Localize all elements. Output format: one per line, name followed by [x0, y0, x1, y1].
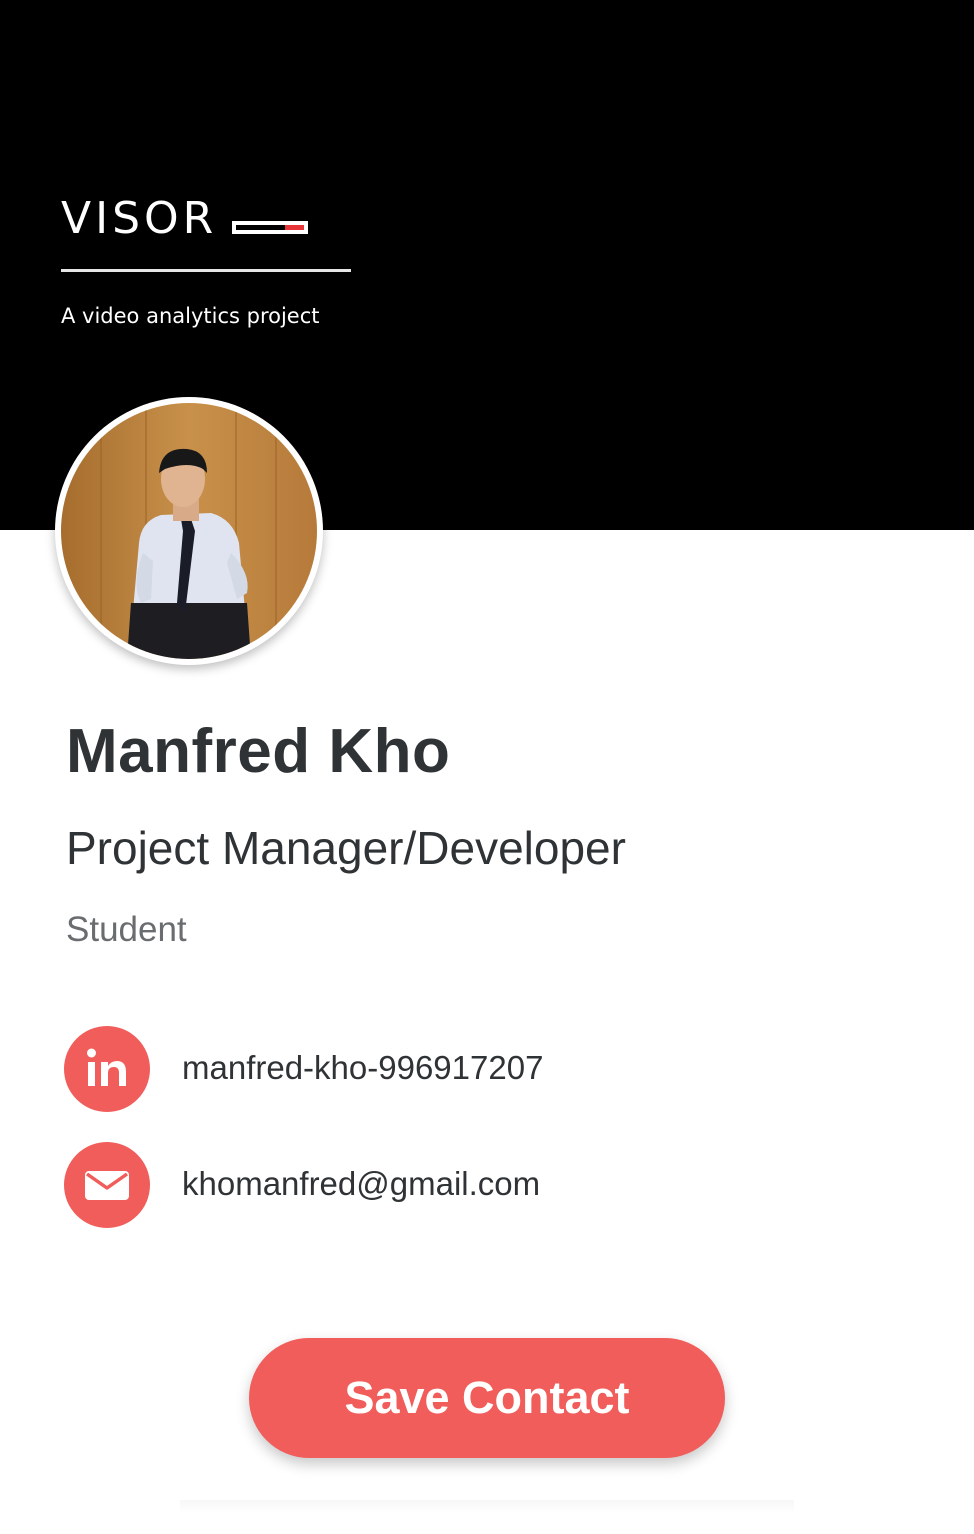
email-icon[interactable] [64, 1142, 150, 1228]
avatar [55, 397, 323, 665]
contact-row-email[interactable]: khomanfred@gmail.com [64, 1142, 764, 1228]
linkedin-icon[interactable] [64, 1026, 150, 1112]
contact-row-linkedin[interactable]: manfred-kho-996917207 [64, 1026, 764, 1112]
profile-name: Manfred Kho [66, 717, 451, 786]
save-contact-button[interactable]: Save Contact [249, 1338, 725, 1458]
logo-mark-icon [232, 221, 308, 234]
email-address[interactable]: khomanfred@gmail.com [182, 1162, 540, 1206]
profile-photo [61, 403, 317, 659]
profile-title: Project Manager/Developer [66, 822, 626, 874]
logo-text: VISOR [61, 193, 218, 244]
profile-subtitle: Student [66, 910, 187, 949]
visor-logo: VISOR [61, 192, 351, 272]
linkedin-handle[interactable]: manfred-kho-996917207 [182, 1046, 543, 1090]
tagline: A video analytics project [61, 304, 320, 328]
logo-underline [61, 269, 351, 272]
contact-card-page: VISOR A video analytics project Manfred … [0, 0, 974, 1534]
bottom-shadow [180, 1500, 794, 1514]
